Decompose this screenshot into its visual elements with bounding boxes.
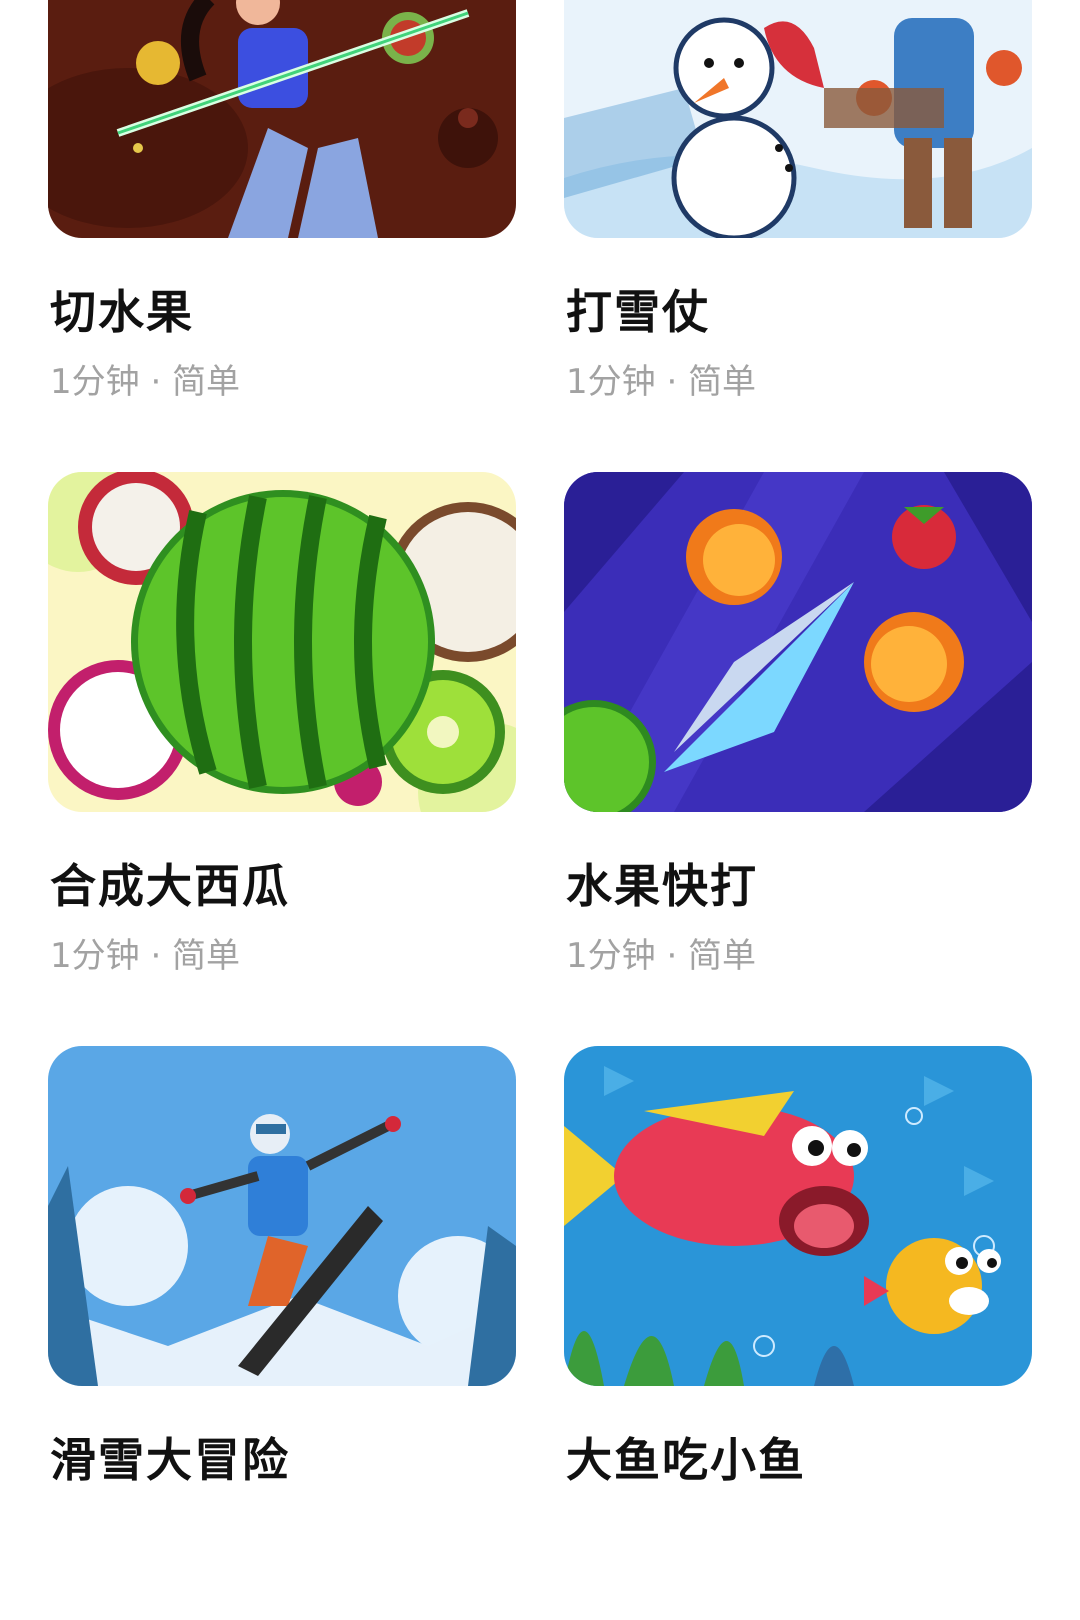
game-card-snowball-fight[interactable]: 打雪仗 1分钟 · 简单 (564, 0, 1032, 472)
game-meta: 1分钟 · 简单 (566, 936, 757, 976)
watermelon-merge-artwork (48, 472, 516, 812)
fruit-strike-artwork (564, 472, 1032, 812)
game-card-watermelon-merge[interactable]: 合成大西瓜 1分钟 · 简单 (48, 472, 516, 1046)
ski-adventure-artwork (48, 1046, 516, 1386)
game-title: 合成大西瓜 (50, 859, 290, 913)
game-card-fruit-ninja[interactable]: 切水果 1分钟 · 简单 (48, 0, 516, 472)
game-title: 滑雪大冒险 (50, 1433, 290, 1487)
big-fish-artwork (564, 1046, 1032, 1386)
game-card-fruit-strike[interactable]: 水果快打 1分钟 · 简单 (564, 472, 1032, 1046)
game-card-big-fish[interactable]: 大鱼吃小鱼 (564, 1046, 1032, 1620)
game-grid: 切水果 1分钟 · 简单 打雪仗 1分钟 · 简单 合成大西瓜 1分钟 · 简单… (48, 0, 1032, 1620)
game-card-ski-adventure[interactable]: 滑雪大冒险 (48, 1046, 516, 1620)
snowball-fight-artwork (564, 0, 1032, 238)
game-meta: 1分钟 · 简单 (566, 362, 757, 402)
fruit-ninja-artwork (48, 0, 516, 238)
game-meta: 1分钟 · 简单 (50, 362, 241, 402)
game-title: 水果快打 (566, 859, 758, 913)
game-title: 大鱼吃小鱼 (566, 1433, 806, 1487)
game-meta: 1分钟 · 简单 (50, 936, 241, 976)
game-title: 打雪仗 (566, 285, 710, 339)
game-title: 切水果 (50, 285, 194, 339)
